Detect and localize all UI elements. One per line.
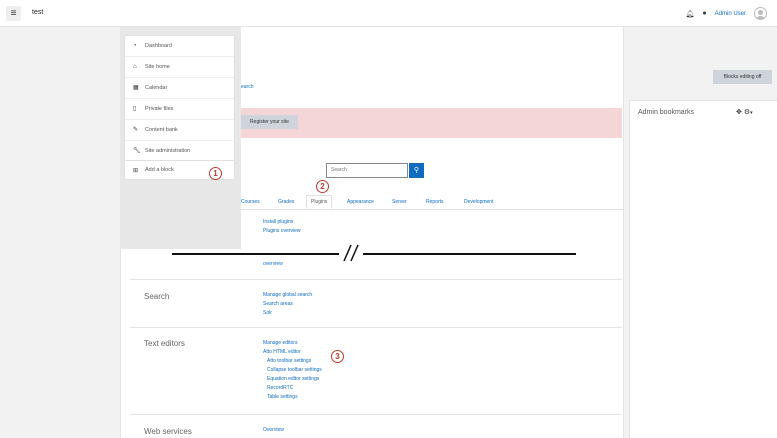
section-divider <box>130 414 622 415</box>
table-settings-link[interactable]: Table settings <box>267 394 298 400</box>
user-name[interactable]: Admin User <box>715 11 746 17</box>
manage-editors-link[interactable]: Manage editors <box>263 340 297 346</box>
drawer-item-label: Content bank <box>145 127 178 133</box>
wrench-icon: 🔧︎ <box>133 148 141 154</box>
drawer-item-site-administration[interactable]: 🔧︎ Site administration <box>125 141 234 161</box>
atto-html-editor-link[interactable]: Atto HTML editor <box>263 349 301 355</box>
tab-plugins[interactable]: Plugins <box>306 195 333 209</box>
solr-link[interactable]: Solr <box>263 310 272 316</box>
dashboard-icon: ◔ <box>133 43 137 49</box>
site-name[interactable]: test <box>32 9 43 16</box>
tab-development[interactable]: Development <box>464 199 493 205</box>
manage-global-search-link[interactable]: Manage global search <box>263 292 312 298</box>
drawer-item-content-bank[interactable]: ✎ Content bank <box>125 120 234 141</box>
annotation-2: 2 <box>316 180 329 193</box>
avatar[interactable] <box>754 7 767 20</box>
plus-square-icon: ⊞ <box>133 167 139 174</box>
install-plugins-link[interactable]: Install plugins <box>263 219 293 225</box>
user-menu-area: 🔔︎ ● Admin User <box>686 6 767 21</box>
nav-drawer: ◔ Dashboard ⌂ Site home ▦ Calendar ▯ Pri… <box>120 27 241 249</box>
cut-marker-icon <box>339 244 363 262</box>
drawer-item-private-files[interactable]: ▯ Private files <box>125 99 234 120</box>
section-divider <box>130 279 622 280</box>
drawer-item-site-home[interactable]: ⌂ Site home <box>125 57 234 78</box>
drawer-nav-list: ◔ Dashboard ⌂ Site home ▦ Calendar ▯ Pri… <box>124 35 235 162</box>
chat-icon[interactable]: ● <box>702 10 706 17</box>
tab-reports[interactable]: Reports <box>426 199 444 205</box>
drawer-item-calendar[interactable]: ▦ Calendar <box>125 78 234 99</box>
section-divider <box>130 327 622 328</box>
tab-grades[interactable]: Grades <box>278 199 294 205</box>
admin-search-input[interactable]: Search <box>326 163 408 178</box>
bell-icon[interactable]: 🔔︎ <box>686 10 695 18</box>
drawer-item-dashboard[interactable]: ◔ Dashboard <box>125 36 234 57</box>
calendar-icon: ▦ <box>133 85 139 91</box>
breadcrumb[interactable]: earch <box>241 84 254 90</box>
admin-bookmarks-title: Admin bookmarks <box>638 109 695 116</box>
block-controls: ✥ ⚙▾ <box>736 108 753 116</box>
web-services-overview-link[interactable]: Overview <box>263 427 284 433</box>
top-navbar: ≡ test 🔔︎ ● Admin User <box>0 0 777 27</box>
drawer-item-label: Site administration <box>145 148 191 154</box>
drawer-item-label: Private files <box>145 106 174 112</box>
chevron-down-icon[interactable]: ▾ <box>750 110 753 116</box>
annotation-1: 1 <box>209 167 222 180</box>
move-icon[interactable]: ✥ <box>736 109 742 116</box>
add-block-label: Add a block <box>145 167 174 173</box>
home-icon: ⌂ <box>133 64 137 70</box>
search-icon[interactable]: ⚲ <box>409 163 424 178</box>
register-site-button[interactable]: Register your site <box>241 115 298 129</box>
atto-toolbar-settings-link[interactable]: Atto toolbar settings <box>267 358 311 364</box>
text-editors-section-title: Text editors <box>144 339 185 348</box>
web-services-section-title: Web services <box>144 427 192 436</box>
file-icon: ▯ <box>133 106 137 112</box>
recordrtc-link[interactable]: RecordRTC <box>267 385 293 391</box>
search-areas-link[interactable]: Search areas <box>263 301 293 307</box>
menu-toggle-icon[interactable]: ≡ <box>6 6 21 21</box>
overview-link[interactable]: overview <box>263 261 283 267</box>
tab-courses[interactable]: Courses <box>241 199 260 205</box>
equation-editor-settings-link[interactable]: Equation editor settings <box>267 376 319 382</box>
tab-server[interactable]: Server <box>392 199 407 205</box>
plugins-overview-link[interactable]: Plugins overview <box>263 228 301 234</box>
collapse-toolbar-settings-link[interactable]: Collapse toolbar settings <box>267 367 322 373</box>
tab-appearance[interactable]: Appearance <box>347 199 374 205</box>
annotation-3: 3 <box>331 350 344 363</box>
admin-bookmarks-block <box>629 100 777 438</box>
drawer-item-label: Calendar <box>145 85 168 91</box>
search-section-title: Search <box>144 292 170 301</box>
drawer-item-label: Dashboard <box>145 43 172 49</box>
admin-tabs: Courses Grades Plugins Appearance Server… <box>237 195 624 210</box>
drawer-item-label: Site home <box>145 64 170 70</box>
pencil-icon: ✎ <box>133 127 139 133</box>
blocks-editing-button[interactable]: Blocks editing off <box>713 70 772 84</box>
